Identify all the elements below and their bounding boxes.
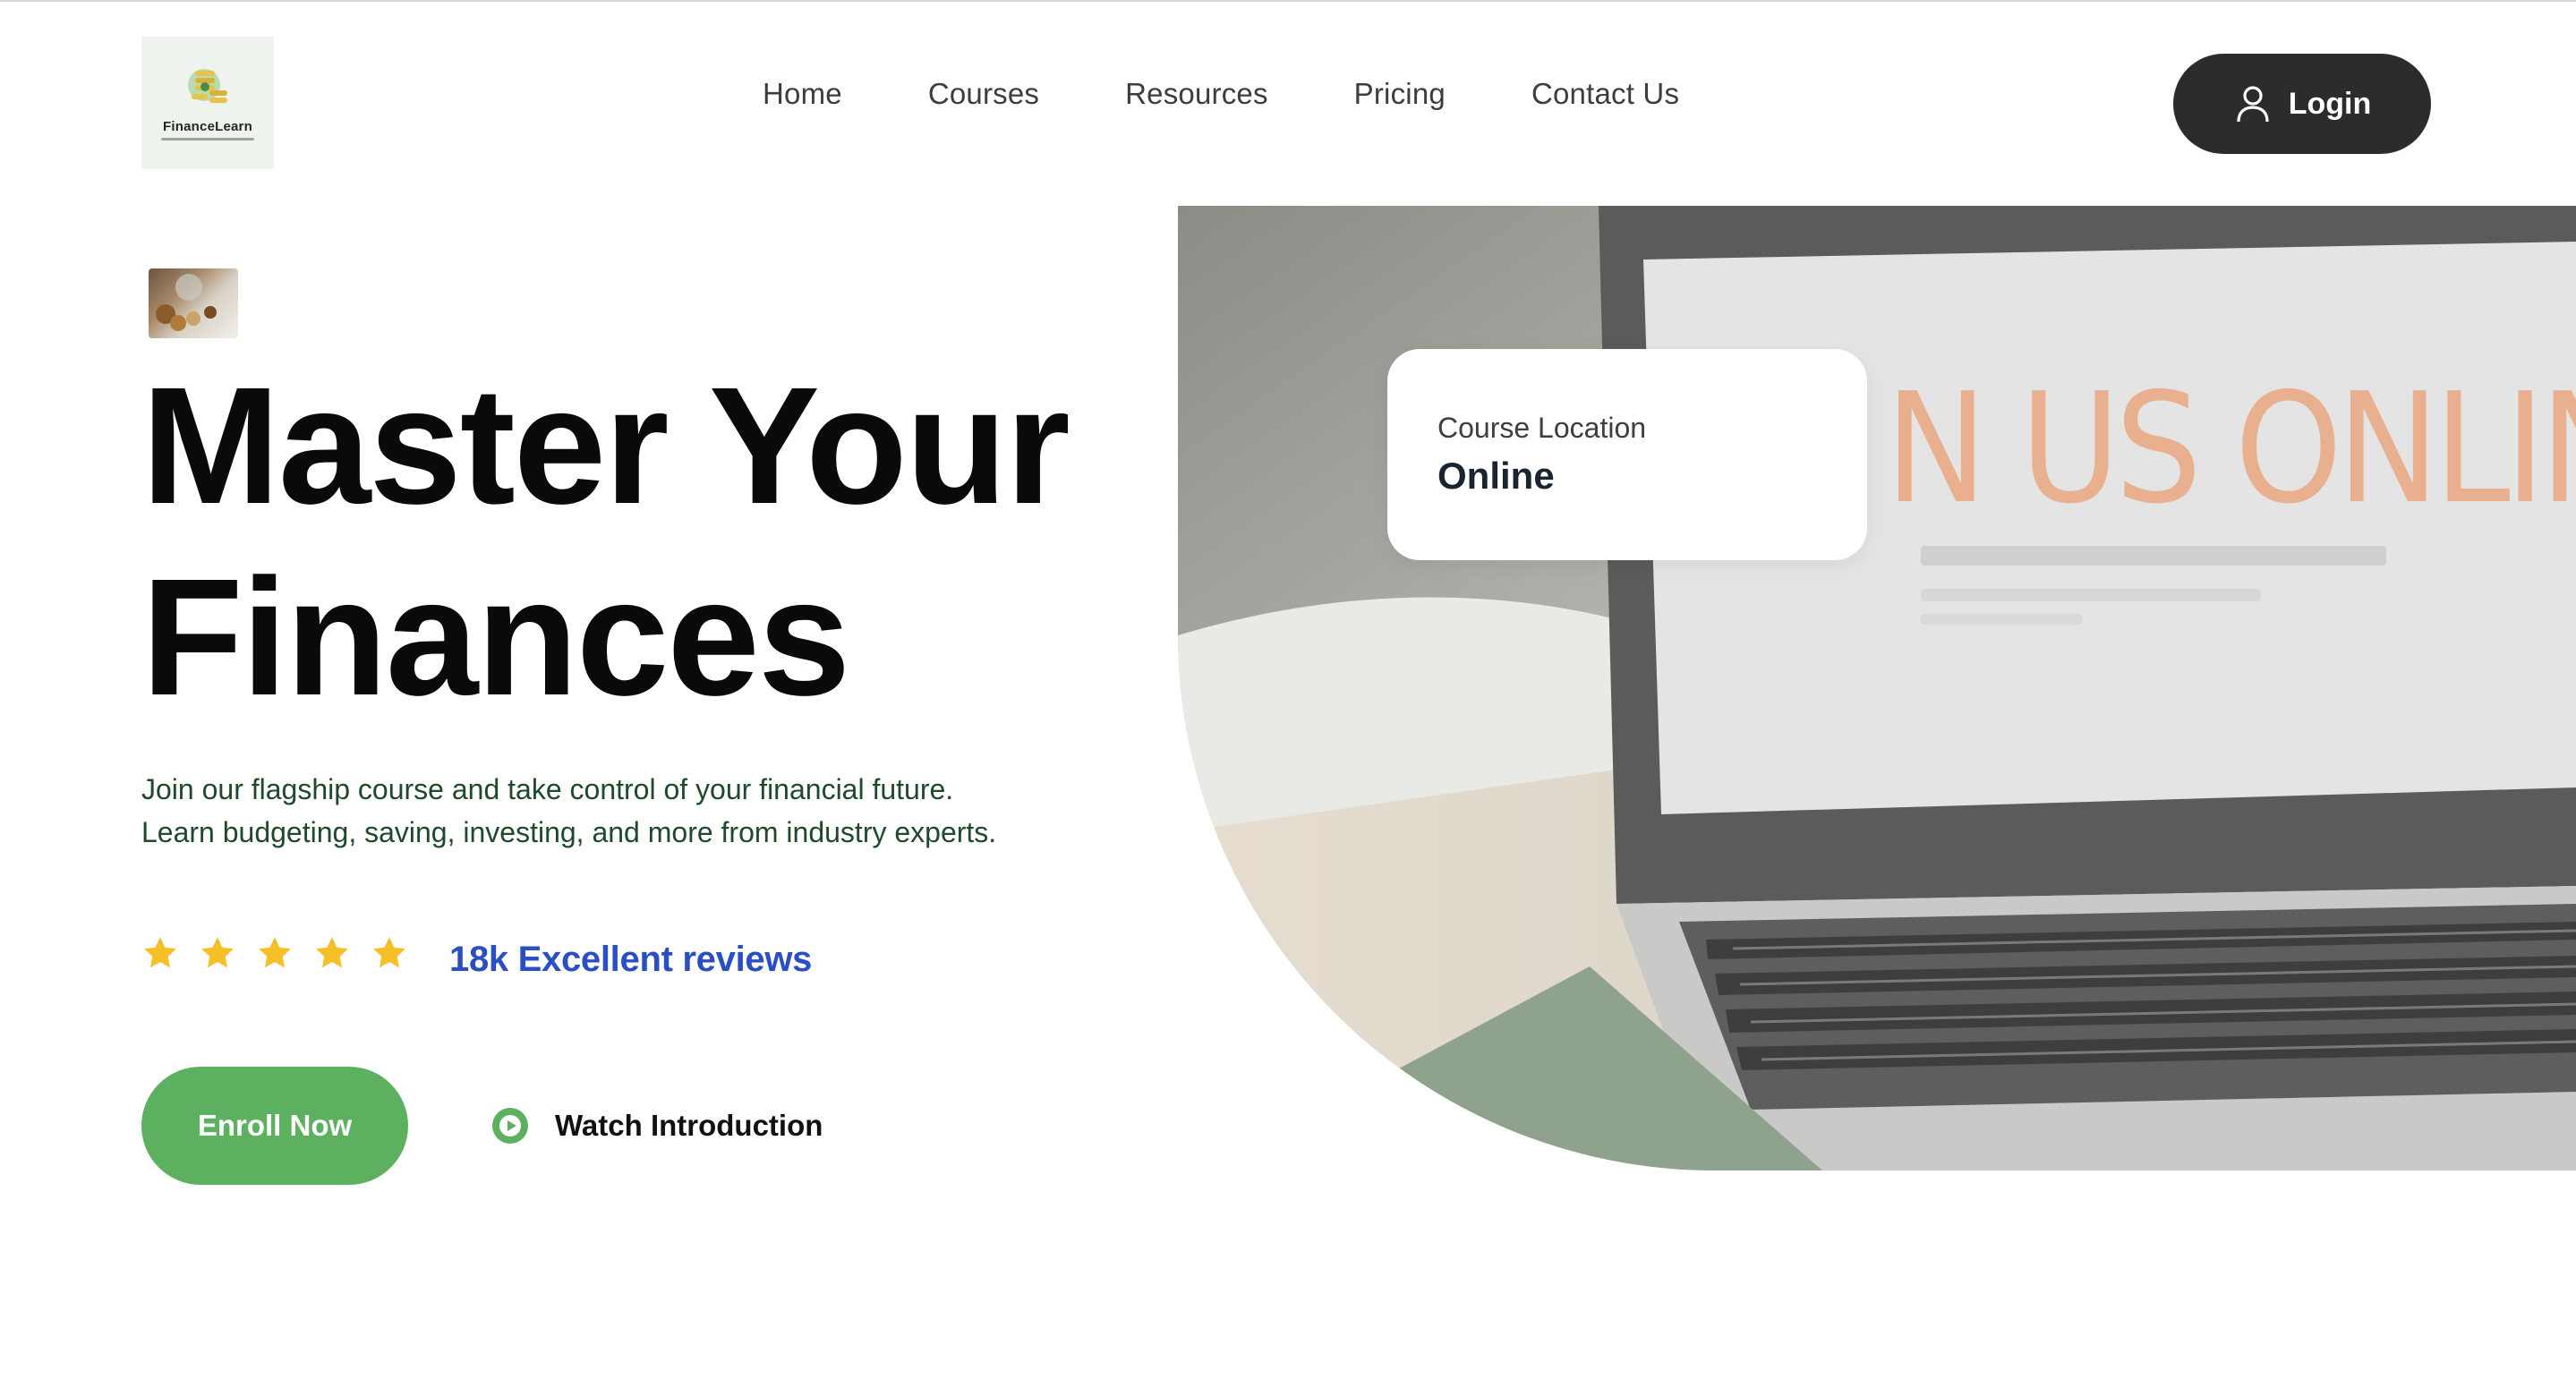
hero-description: Join our flagship course and take contro… — [141, 768, 1162, 854]
nav-contact-us[interactable]: Contact Us — [1531, 77, 1679, 111]
hero-title-line1: Master Your — [141, 353, 1070, 539]
nav-courses[interactable]: Courses — [928, 77, 1039, 111]
hero-laptop-image: N US ONLINE. — [1178, 206, 2576, 1170]
watch-introduction-button[interactable]: Watch Introduction — [490, 1106, 823, 1145]
star-icon — [201, 937, 234, 968]
nav-pricing[interactable]: Pricing — [1354, 77, 1446, 111]
main-nav: Home Courses Resources Pricing Contact U… — [763, 77, 1679, 111]
logo-text: FinanceLearn — [163, 119, 252, 134]
star-icon — [259, 937, 291, 968]
user-icon — [2233, 84, 2273, 123]
course-location-value: Online — [1437, 455, 1555, 497]
logo[interactable]: FinanceLearn — [141, 37, 274, 169]
rating-stars — [141, 934, 408, 972]
play-icon — [492, 1108, 528, 1144]
nav-resources[interactable]: Resources — [1125, 77, 1268, 111]
coins-thumbnail-image — [149, 268, 238, 338]
hero-description-line2: Learn budgeting, saving, investing, and … — [141, 816, 997, 848]
course-location-card: Course Location Online — [1387, 349, 1867, 560]
top-divider — [0, 0, 2576, 2]
screen-headline-text: N US ONLINE. — [1885, 361, 2576, 538]
star-icon — [144, 937, 176, 968]
star-icon — [373, 937, 405, 968]
watch-introduction-label: Watch Introduction — [555, 1109, 823, 1142]
reviews-link[interactable]: 18k Excellent reviews — [449, 940, 812, 980]
login-label: Login — [2288, 86, 2372, 121]
coins-logo-icon — [188, 69, 227, 103]
hero-title: Master Your Finances — [141, 351, 1215, 734]
star-icon — [316, 937, 348, 968]
logo-tagline-line — [161, 138, 254, 140]
login-button[interactable]: Login — [2173, 54, 2431, 154]
nav-home[interactable]: Home — [763, 77, 842, 111]
hero-title-line2: Finances — [141, 545, 850, 730]
hero-description-line1: Join our flagship course and take contro… — [141, 773, 954, 805]
enroll-now-button[interactable]: Enroll Now — [141, 1067, 408, 1185]
course-location-label: Course Location — [1437, 412, 1647, 444]
